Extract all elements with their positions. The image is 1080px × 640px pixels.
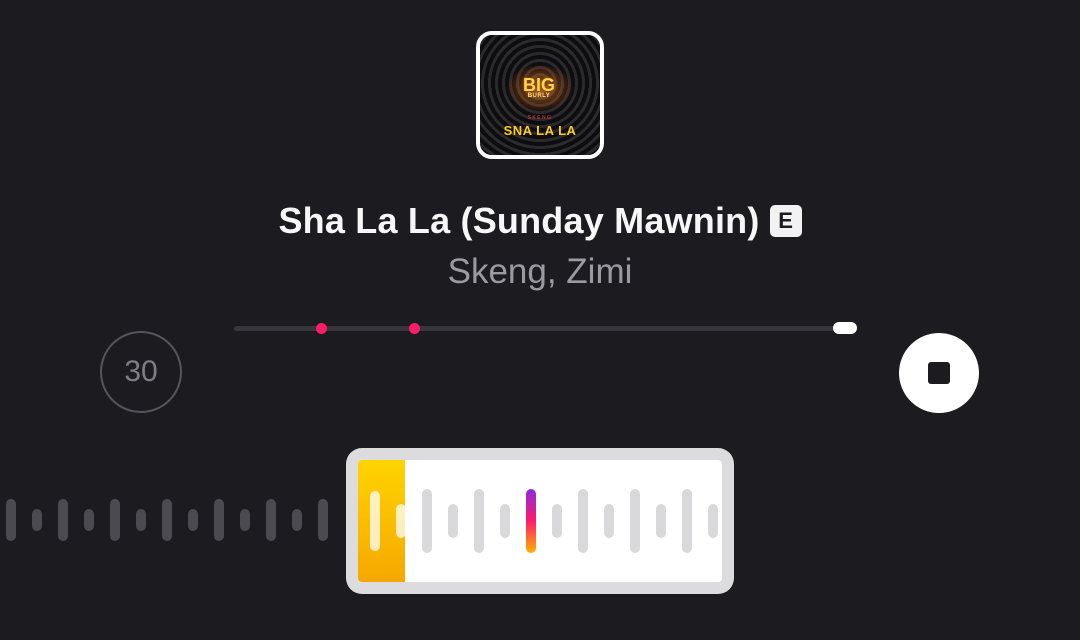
explicit-badge: E	[769, 205, 802, 237]
album-art: BIG BURLY SKENG SNA LA LA	[476, 31, 604, 159]
waveform-bar	[630, 489, 640, 553]
stop-button[interactable]	[899, 333, 979, 413]
waveform-bar	[214, 499, 224, 541]
waveform-bar	[552, 504, 562, 538]
progress-handle[interactable]	[833, 322, 857, 334]
album-art-title: SNA LA LA	[503, 123, 577, 138]
waveform-bar	[708, 504, 718, 538]
waveform-bar	[500, 504, 510, 538]
clip-selection-area[interactable]	[358, 460, 722, 582]
progress-marker	[409, 323, 421, 334]
player-screen: BIG BURLY SKENG SNA LA LA Sha La La (Sun…	[0, 0, 1080, 640]
waveform-bar	[58, 499, 68, 541]
waveform-bar	[292, 509, 302, 531]
waveform-bar	[162, 499, 172, 541]
progress-bar[interactable]	[234, 322, 857, 334]
waveform-bar	[136, 509, 146, 531]
title-row: Sha La La (Sunday Mawnin) E	[0, 200, 1080, 242]
waveform-unselected[interactable]	[0, 480, 350, 560]
skip-30-label: 30	[124, 355, 158, 388]
waveform-bar	[604, 504, 614, 538]
artist-name: Skeng, Zimi	[447, 252, 633, 291]
album-logo-line1: BIG	[522, 74, 555, 95]
waveform-bar	[396, 504, 406, 538]
waveform-bar	[32, 509, 42, 531]
album-art-tag: SKENG	[527, 115, 553, 121]
waveform-bar	[578, 489, 588, 553]
waveform-bar	[266, 499, 276, 541]
playhead[interactable]	[526, 489, 536, 553]
progress-marker	[316, 323, 328, 334]
waveform-bar	[318, 499, 328, 541]
skip-30-button[interactable]: 30	[100, 331, 182, 413]
clip-selection-frame[interactable]	[346, 448, 734, 594]
album-art-logo: BIG BURLY	[516, 69, 562, 107]
waveform-bar	[474, 489, 484, 553]
album-logo-line2: BURLY	[527, 92, 551, 99]
waveform-bar	[6, 499, 16, 541]
song-title: Sha La La (Sunday Mawnin)	[278, 200, 760, 241]
stop-icon	[928, 362, 950, 384]
waveform-bar	[240, 509, 250, 531]
waveform-bar	[84, 509, 94, 531]
waveform-bar	[370, 491, 380, 551]
waveform-bar	[188, 509, 198, 531]
waveform-bar	[448, 504, 458, 538]
waveform-bar	[110, 499, 120, 541]
waveform-bar	[422, 489, 432, 553]
waveform-bar	[682, 489, 692, 553]
waveform-bar	[656, 504, 666, 538]
